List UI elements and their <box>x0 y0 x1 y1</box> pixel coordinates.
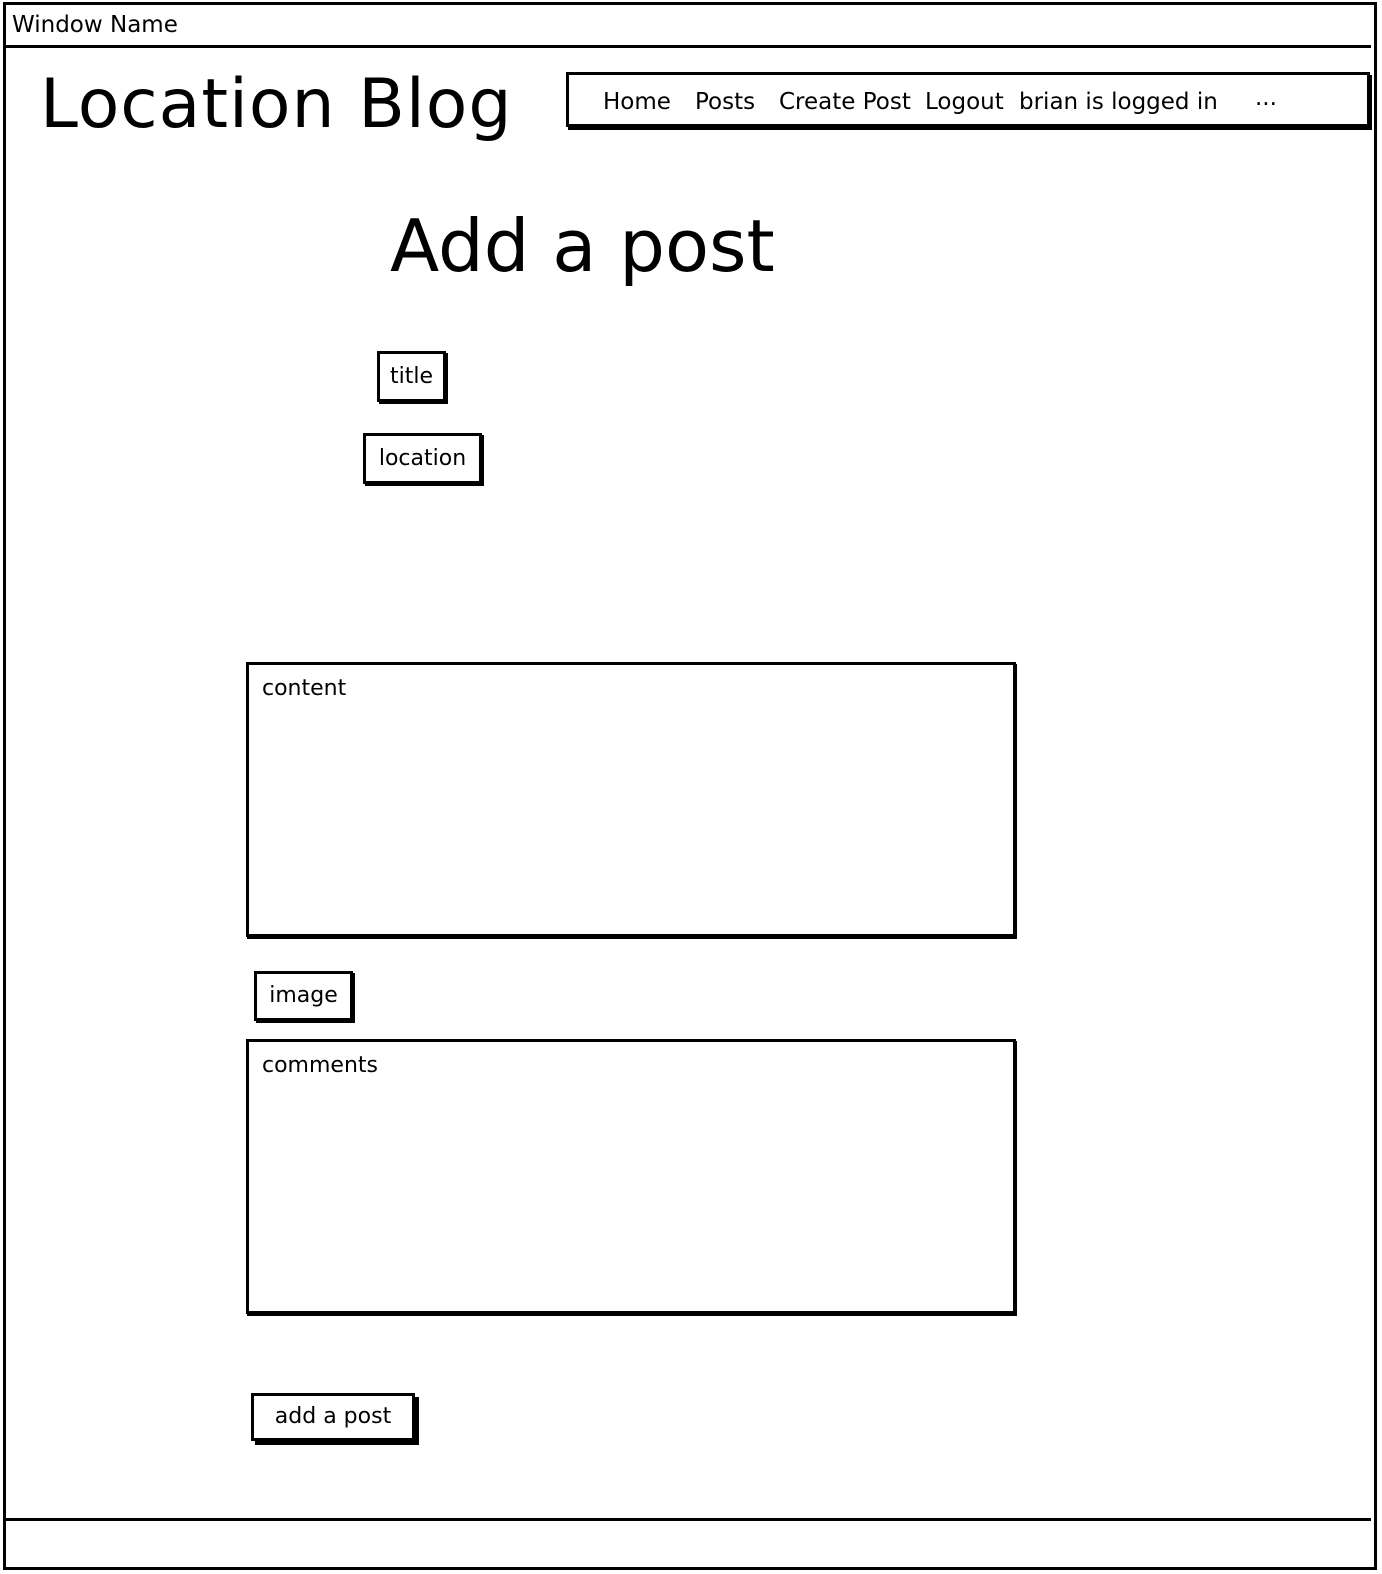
window-title-bar: Window Name <box>3 2 1371 48</box>
window-title: Window Name <box>12 12 178 38</box>
app-title: Location Blog <box>40 65 513 144</box>
title-input[interactable]: title <box>377 351 446 402</box>
nav-item-create-post[interactable]: Create Post <box>779 88 911 116</box>
nav-overflow-menu[interactable]: ... <box>1255 84 1277 112</box>
comments-textarea[interactable]: comments <box>246 1039 1016 1314</box>
user-status: brian is logged in <box>1019 89 1218 115</box>
nav-item-posts[interactable]: Posts <box>695 88 755 116</box>
content-placeholder: content <box>262 676 347 701</box>
location-input[interactable]: location <box>363 433 482 484</box>
nav-item-home[interactable]: Home <box>603 88 671 116</box>
page-title: Add a post <box>390 204 775 288</box>
nav-bar: Home Posts Create Post Logout brian is l… <box>566 72 1370 127</box>
comments-placeholder: comments <box>262 1053 378 1078</box>
add-post-button[interactable]: add a post <box>251 1393 415 1441</box>
image-input[interactable]: image <box>254 971 353 1021</box>
status-bar <box>3 1518 1371 1567</box>
nav-item-logout[interactable]: Logout <box>925 88 1004 116</box>
content-textarea[interactable]: content <box>246 662 1016 937</box>
